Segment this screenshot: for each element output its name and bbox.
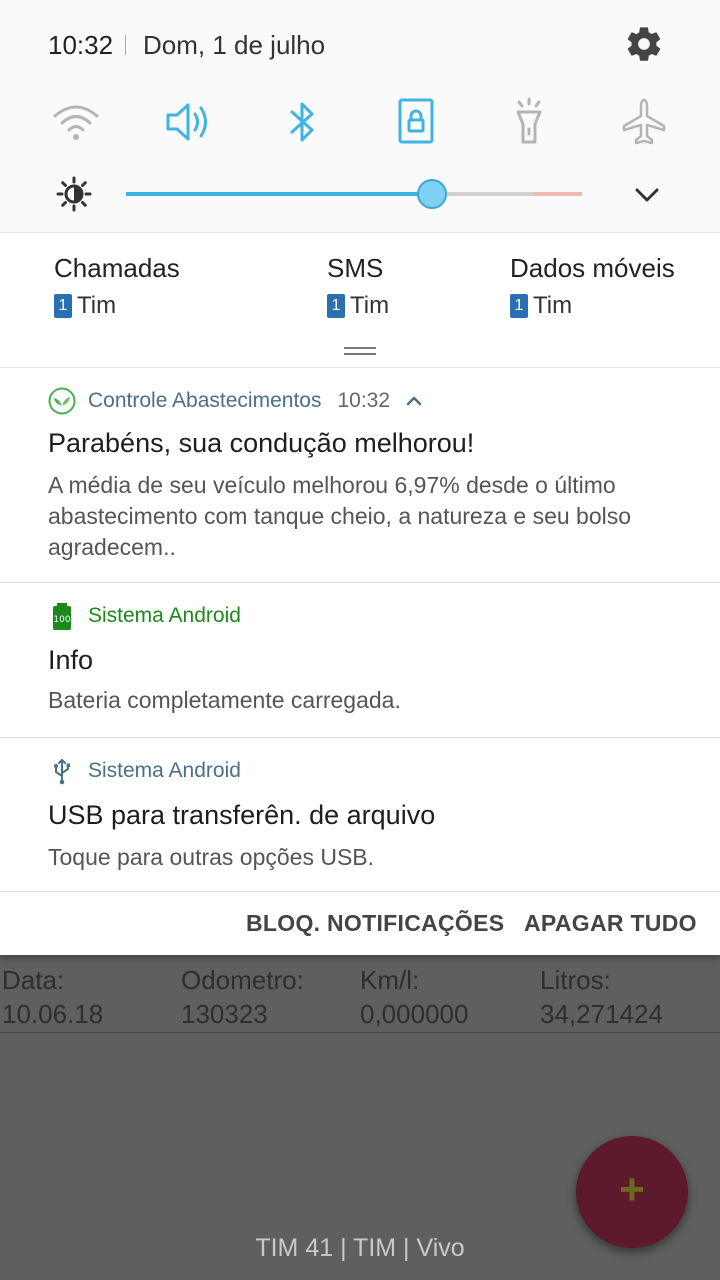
record-cell-date: Data: 10.06.18 bbox=[2, 963, 103, 1031]
drag-handle[interactable] bbox=[344, 347, 376, 355]
record-cell-liters: Litros: 34,271424 bbox=[540, 963, 663, 1031]
liters-header: Litros: bbox=[540, 965, 611, 995]
screen-rotation-lock-icon[interactable] bbox=[390, 96, 442, 148]
sim-mobile-data-carrier: Tim bbox=[533, 292, 573, 319]
record-row[interactable]: Data: 10.06.18 Odometro: 130323 Km/l: 0,… bbox=[0, 955, 720, 1033]
gear-icon[interactable] bbox=[624, 24, 664, 64]
sim-mobile-data-label: Dados móveis bbox=[510, 253, 675, 283]
sim-calls-carrier: Tim bbox=[77, 292, 117, 319]
add-record-button[interactable]: + bbox=[576, 1136, 688, 1248]
date-value: 10.06.18 bbox=[2, 999, 104, 1029]
brightness-icon bbox=[56, 176, 92, 212]
airplane-icon[interactable] bbox=[618, 96, 670, 148]
brightness-slider-warning-zone bbox=[534, 192, 582, 196]
leaf-app-icon bbox=[48, 387, 76, 415]
block-notifications-button[interactable]: BLOQ. NOTIFICAÇÕES bbox=[246, 910, 504, 937]
record-cell-kml: Km/l: 0,000000 bbox=[360, 963, 468, 1031]
sim-calls-label: Chamadas bbox=[54, 253, 180, 283]
notification-title: Info bbox=[48, 645, 94, 675]
notification-fuel-control[interactable]: Controle Abastecimentos 10:32 Parabéns, … bbox=[0, 368, 720, 583]
notification-usb[interactable]: Sistema Android USB para transferên. de … bbox=[0, 738, 720, 892]
notification-header: Sistema Android bbox=[48, 756, 241, 786]
sim-sms-label: SMS bbox=[327, 253, 384, 283]
sim-mobile-data[interactable]: Dados móveis 1 Tim bbox=[510, 253, 675, 320]
status-time: 10:32 bbox=[48, 30, 114, 60]
plus-icon: + bbox=[619, 1165, 645, 1214]
liters-value: 34,271424 bbox=[540, 999, 663, 1029]
chevron-down-icon[interactable] bbox=[632, 180, 662, 210]
notification-header: 100 Sistema Android bbox=[48, 601, 241, 631]
brightness-slider-thumb[interactable] bbox=[417, 179, 447, 209]
sim-calls[interactable]: Chamadas 1 Tim bbox=[54, 253, 180, 320]
notification-time: 10:32 bbox=[337, 389, 391, 412]
brightness-slider-fill bbox=[126, 192, 432, 196]
quick-settings-panel: 10:32 Dom, 1 de julho bbox=[0, 0, 720, 232]
notification-battery[interactable]: 100 Sistema Android Info Bateria complet… bbox=[0, 583, 720, 738]
status-divider bbox=[125, 35, 126, 55]
kml-value: 0,000000 bbox=[360, 999, 469, 1029]
usb-icon bbox=[54, 759, 70, 785]
record-cell-odometer: Odometro: 130323 bbox=[181, 963, 304, 1031]
sim-sms-carrier: Tim bbox=[350, 292, 390, 319]
carrier-label: TIM 41 | TIM | Vivo bbox=[255, 1234, 465, 1262]
notification-title: USB para transferên. de arquivo bbox=[48, 800, 436, 830]
sim-card-icon: 1 bbox=[54, 294, 72, 318]
notification-body: A média de seu veículo melhorou 6,97% de… bbox=[48, 472, 632, 560]
notification-title: Parabéns, sua condução melhorou! bbox=[48, 428, 475, 458]
sim-card-icon: 1 bbox=[510, 294, 528, 318]
notification-shade: 10:32 Dom, 1 de julho Chamadas 1 Tim SMS… bbox=[0, 0, 720, 955]
chevron-up-icon[interactable] bbox=[406, 393, 422, 409]
sim-card-settings: Chamadas 1 Tim SMS 1 Tim Dados móveis 1 … bbox=[0, 232, 720, 368]
notification-app-name: Sistema Android bbox=[88, 604, 241, 627]
status-date: Dom, 1 de julho bbox=[143, 30, 326, 60]
notification-header: Controle Abastecimentos 10:32 bbox=[48, 386, 422, 416]
clear-all-button[interactable]: APAGAR TUDO bbox=[524, 910, 697, 937]
svg-text:100: 100 bbox=[53, 615, 70, 625]
notification-app-name: Sistema Android bbox=[88, 759, 241, 782]
notification-actions-bar: BLOQ. NOTIFICAÇÕES APAGAR TUDO bbox=[0, 892, 720, 955]
date-header: Data: bbox=[2, 965, 65, 995]
kml-header: Km/l: bbox=[360, 965, 420, 995]
sim-card-icon: 1 bbox=[327, 294, 345, 318]
sound-icon[interactable] bbox=[163, 96, 215, 148]
notification-body: Toque para outras opções USB. bbox=[48, 844, 375, 870]
odometer-header: Odometro: bbox=[181, 965, 304, 995]
flashlight-icon[interactable] bbox=[503, 96, 555, 148]
battery-full-icon: 100 bbox=[53, 603, 71, 630]
notification-body: Bateria completamente carregada. bbox=[48, 687, 401, 713]
odometer-value: 130323 bbox=[181, 999, 268, 1029]
brightness-slider[interactable] bbox=[126, 192, 582, 196]
bluetooth-icon[interactable] bbox=[276, 96, 328, 148]
notification-app-name: Controle Abastecimentos bbox=[88, 389, 322, 412]
sim-sms[interactable]: SMS 1 Tim bbox=[327, 253, 389, 320]
wifi-icon[interactable] bbox=[50, 96, 102, 148]
